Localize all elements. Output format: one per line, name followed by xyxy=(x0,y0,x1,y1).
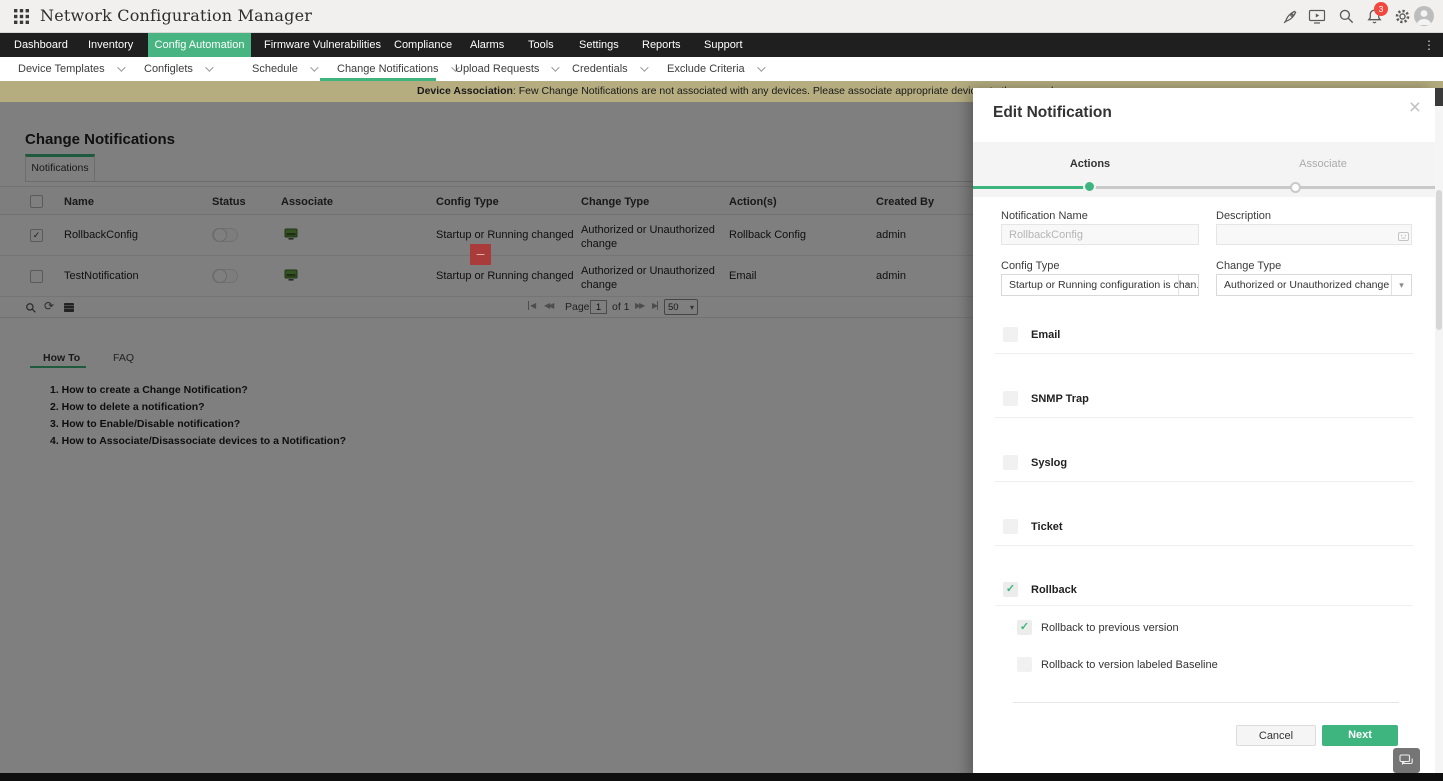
chevron-down-icon xyxy=(551,63,561,72)
step-actions[interactable]: Actions xyxy=(1050,158,1130,170)
subnav-item-device-templates[interactable]: Device Templates xyxy=(18,57,126,81)
nav-item-reports[interactable]: Reports xyxy=(642,33,681,57)
drawer-title: Edit Notification xyxy=(993,104,1112,121)
nav-item-tools[interactable]: Tools xyxy=(528,33,554,57)
app-title: Network Configuration Manager xyxy=(40,6,313,25)
chevron-down-icon xyxy=(116,63,126,72)
next-button[interactable]: Next xyxy=(1322,725,1398,746)
search-icon[interactable] xyxy=(1338,8,1356,26)
nav-item-config-automation[interactable]: Config Automation xyxy=(148,33,251,57)
active-subnav-underline xyxy=(320,78,436,81)
getting-started-rocket-icon[interactable] xyxy=(1282,8,1300,26)
change-type-label: Change Type xyxy=(1216,260,1282,272)
stepper-progress-line xyxy=(973,186,1090,189)
nav-overflow-menu-icon[interactable]: ⋮ xyxy=(1423,33,1435,57)
change-type-select[interactable]: Authorized or Unauthorized change ▾ xyxy=(1216,274,1412,296)
nav-item-alarms[interactable]: Alarms xyxy=(470,33,504,57)
subnav-item-exclude-criteria[interactable]: Exclude Criteria xyxy=(667,57,766,81)
subnav-item-upload-requests[interactable]: Upload Requests xyxy=(455,57,561,81)
help-collapse-button[interactable]: – xyxy=(470,244,491,265)
scrollbar[interactable] xyxy=(1435,88,1443,781)
chevron-down-icon xyxy=(310,63,319,72)
subnav-item-configlets[interactable]: Configlets xyxy=(144,57,214,81)
cancel-button[interactable]: Cancel xyxy=(1236,725,1316,746)
checkbox-syslog[interactable] xyxy=(1003,455,1018,470)
stepper-track-line xyxy=(1090,186,1435,189)
caret-down-icon: ▾ xyxy=(1178,275,1198,295)
chevron-down-icon xyxy=(756,63,766,72)
nav-item-compliance[interactable]: Compliance xyxy=(394,33,452,57)
user-avatar[interactable] xyxy=(1414,6,1434,26)
checkbox-rollback-baseline[interactable] xyxy=(1017,657,1032,672)
nav-item-support[interactable]: Support xyxy=(704,33,743,57)
config-type-select[interactable]: Startup or Running configuration is chan… xyxy=(1001,274,1199,296)
scrollbar-thumb[interactable] xyxy=(1436,190,1442,330)
top-bar: Network Configuration Manager 3 xyxy=(0,0,1443,33)
edit-notification-drawer: Edit Notification × Actions Associate No… xyxy=(973,88,1435,781)
description-label: Description xyxy=(1216,210,1272,222)
gear-icon[interactable] xyxy=(1394,8,1412,26)
chevron-down-icon xyxy=(639,63,649,72)
subnav-item-schedule[interactable]: Schedule xyxy=(252,57,319,81)
checkbox-rollback-previous-checked[interactable]: ✓ xyxy=(1017,620,1032,635)
stepper-dot-active xyxy=(1083,180,1096,193)
notification-name-label: Notification Name xyxy=(1001,210,1088,222)
checkbox-snmp-trap[interactable] xyxy=(1003,391,1018,406)
close-icon[interactable]: × xyxy=(1409,96,1421,120)
nav-item-dashboard[interactable]: Dashboard xyxy=(14,33,68,57)
demo-screen-icon[interactable] xyxy=(1308,8,1326,26)
checkbox-ticket[interactable] xyxy=(1003,519,1018,534)
main-nav: Dashboard Inventory Config Automation Fi… xyxy=(0,33,1443,57)
sub-nav: Device Templates Configlets Schedule Cha… xyxy=(0,57,1443,81)
notification-name-field[interactable] xyxy=(1001,224,1199,245)
config-type-label: Config Type xyxy=(1001,260,1060,272)
nav-item-settings[interactable]: Settings xyxy=(579,33,619,57)
bottom-bar xyxy=(0,773,1443,781)
banner-text: Device Association: Few Change Notificat… xyxy=(417,85,1068,97)
step-associate[interactable]: Associate xyxy=(1283,158,1363,170)
modal-dim-overlay[interactable] xyxy=(0,102,973,781)
notification-badge[interactable]: 3 xyxy=(1374,2,1388,16)
feedback-chat-button[interactable] xyxy=(1393,748,1420,773)
checkbox-email[interactable] xyxy=(1003,327,1018,342)
nav-item-firmware-vulnerabilities[interactable]: Firmware Vulnerabilities xyxy=(264,33,381,57)
nav-item-inventory[interactable]: Inventory xyxy=(88,33,133,57)
caret-down-icon: ▾ xyxy=(1391,275,1411,295)
description-field[interactable] xyxy=(1216,224,1412,245)
chevron-down-icon xyxy=(205,63,214,72)
comment-icon xyxy=(1398,229,1430,247)
stepper-dot-idle xyxy=(1290,182,1301,193)
app-grid-icon[interactable] xyxy=(14,9,29,24)
checkbox-rollback-checked[interactable]: ✓ xyxy=(1003,582,1018,597)
subnav-item-credentials[interactable]: Credentials xyxy=(572,57,649,81)
